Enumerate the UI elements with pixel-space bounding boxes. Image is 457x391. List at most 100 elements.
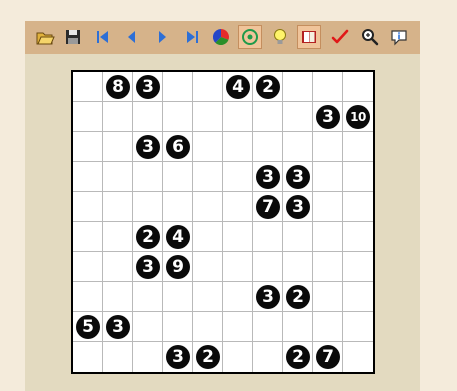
last-icon (187, 31, 198, 43)
grid-cell[interactable] (103, 222, 133, 252)
grid-cell[interactable] (313, 312, 343, 342)
clue-circle: 6 (166, 135, 190, 159)
grid-cell[interactable] (73, 222, 103, 252)
grid-cell[interactable] (73, 252, 103, 282)
grid-cell[interactable] (133, 192, 163, 222)
grid-cell[interactable] (283, 312, 313, 342)
grid-cell[interactable] (223, 132, 253, 162)
grid-cell[interactable] (343, 282, 373, 312)
clue-circle: 4 (226, 75, 250, 99)
grid-cell[interactable] (253, 222, 283, 252)
grid-cell[interactable] (343, 342, 373, 372)
grid-cell[interactable] (103, 342, 133, 372)
grid-cell[interactable] (193, 162, 223, 192)
grid-cell[interactable] (193, 312, 223, 342)
grid-cell[interactable] (223, 312, 253, 342)
book-button[interactable] (297, 25, 321, 49)
clue-circle: 2 (286, 345, 310, 369)
grid-cell[interactable] (223, 282, 253, 312)
grid-cell[interactable] (163, 102, 193, 132)
grid-cell[interactable] (103, 132, 133, 162)
grid-cell[interactable] (103, 252, 133, 282)
grid-cell[interactable] (193, 192, 223, 222)
grid-cell[interactable] (163, 282, 193, 312)
grid-cell[interactable] (223, 252, 253, 282)
grid-cell[interactable] (73, 132, 103, 162)
grid-cell[interactable] (223, 192, 253, 222)
grid-cell[interactable] (193, 222, 223, 252)
grid-cell[interactable] (313, 72, 343, 102)
grid-cell[interactable] (253, 132, 283, 162)
first-button[interactable] (91, 25, 115, 49)
grid-cell[interactable] (283, 72, 313, 102)
grid-cell[interactable] (223, 102, 253, 132)
grid-cell[interactable] (103, 102, 133, 132)
grid-cell[interactable] (343, 192, 373, 222)
grid-cell[interactable] (73, 342, 103, 372)
grid-cell[interactable] (343, 72, 373, 102)
grid-cell[interactable] (73, 102, 103, 132)
grid-cell[interactable] (193, 252, 223, 282)
next-icon (159, 31, 166, 43)
grid-cell[interactable] (73, 72, 103, 102)
clue-circle: 3 (256, 285, 280, 309)
grid-cell[interactable] (253, 102, 283, 132)
grid-cell[interactable] (193, 72, 223, 102)
lightbulb-icon (274, 29, 286, 44)
clue-circle: 3 (316, 105, 340, 129)
grid-cell[interactable] (283, 222, 313, 252)
grid-cell[interactable] (223, 162, 253, 192)
save-button[interactable] (61, 25, 85, 49)
grid-cell[interactable] (343, 162, 373, 192)
grid-cell[interactable] (223, 222, 253, 252)
grid-cell[interactable] (73, 282, 103, 312)
checkmark-button[interactable] (328, 25, 352, 49)
grid-cell[interactable] (313, 132, 343, 162)
grid-cell[interactable] (313, 192, 343, 222)
open-folder-button[interactable] (33, 25, 57, 49)
grid-cell[interactable] (133, 162, 163, 192)
grid-cell[interactable] (193, 282, 223, 312)
grid-cell[interactable] (343, 312, 373, 342)
grid-cell[interactable] (103, 192, 133, 222)
grid-cell[interactable] (313, 162, 343, 192)
grid-cell[interactable] (253, 312, 283, 342)
grid-cell[interactable] (163, 192, 193, 222)
grid-cell[interactable] (163, 312, 193, 342)
grid-cell[interactable] (73, 192, 103, 222)
grid-cell[interactable] (133, 312, 163, 342)
grid-cell[interactable] (283, 102, 313, 132)
previous-button[interactable] (120, 25, 144, 49)
info-button[interactable] (387, 25, 411, 49)
grid-cell[interactable] (73, 162, 103, 192)
grid-cell[interactable] (343, 132, 373, 162)
grid-cell[interactable] (133, 102, 163, 132)
grid-cell[interactable] (283, 132, 313, 162)
grid-cell[interactable] (133, 282, 163, 312)
next-button[interactable] (150, 25, 174, 49)
clue-circle: 3 (256, 165, 280, 189)
grid-cell[interactable] (313, 252, 343, 282)
last-button[interactable] (180, 25, 204, 49)
grid-cell[interactable] (103, 162, 133, 192)
zoom-button[interactable] (358, 25, 382, 49)
grid-cell[interactable] (253, 342, 283, 372)
grid-cell[interactable] (103, 282, 133, 312)
grid-cell[interactable] (193, 132, 223, 162)
grid-cell[interactable] (283, 252, 313, 282)
grid-cell[interactable] (343, 222, 373, 252)
grid-cell[interactable] (313, 222, 343, 252)
grid-cell[interactable] (343, 252, 373, 282)
lightbulb-button[interactable] (268, 25, 292, 49)
grid-cell[interactable] (163, 72, 193, 102)
color-wheel-button[interactable] (209, 25, 233, 49)
color-wheel-icon (212, 28, 229, 46)
grid-cell[interactable] (193, 102, 223, 132)
grid-cell[interactable] (253, 252, 283, 282)
grid-cell[interactable] (163, 162, 193, 192)
grid-cell[interactable] (313, 282, 343, 312)
grid-cell[interactable] (133, 342, 163, 372)
grid-cell[interactable] (223, 342, 253, 372)
target-button[interactable] (238, 25, 262, 49)
checkmark-icon (331, 29, 349, 44)
